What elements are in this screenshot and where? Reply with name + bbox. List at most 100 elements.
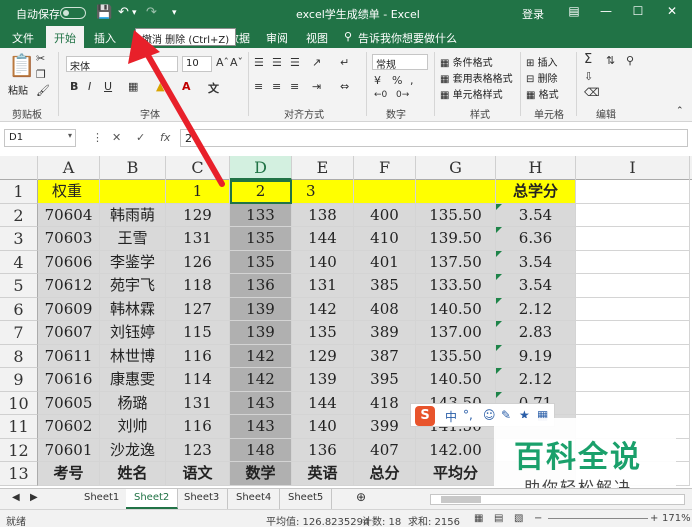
cell-g12[interactable]: 142.00 bbox=[416, 438, 496, 462]
undo-icon[interactable]: ↶ bbox=[118, 4, 129, 22]
conditional-format-button[interactable]: ▦ 条件格式 bbox=[440, 54, 493, 69]
cell-e11[interactable]: 140 bbox=[292, 415, 354, 439]
cell-e7[interactable]: 135 bbox=[292, 321, 354, 345]
cell-b7[interactable]: 刘钰婷 bbox=[100, 321, 166, 345]
cell-a4[interactable]: 70606 bbox=[38, 250, 100, 274]
cell-h6[interactable]: 2.12 bbox=[496, 297, 576, 321]
cell-i3[interactable] bbox=[576, 227, 690, 251]
tab-file[interactable]: 文件 bbox=[12, 30, 34, 46]
close-icon[interactable]: ✕ bbox=[660, 4, 684, 18]
wrap-text-icon[interactable]: ↵ bbox=[340, 56, 349, 69]
cell-a5[interactable]: 70612 bbox=[38, 274, 100, 298]
cell-f6[interactable]: 408 bbox=[354, 297, 416, 321]
cancel-icon[interactable]: ✕ bbox=[112, 131, 121, 144]
sogou-logo-icon[interactable]: S bbox=[415, 406, 435, 426]
font-color-icon[interactable]: A bbox=[182, 80, 191, 93]
autosum-icon[interactable]: Σ bbox=[584, 52, 592, 67]
column-header-e[interactable]: E bbox=[292, 156, 354, 180]
delete-cells-button[interactable]: ⊟ 删除 bbox=[526, 70, 558, 85]
cell-d8[interactable]: 142 bbox=[230, 344, 292, 368]
cell-c12[interactable]: 123 bbox=[166, 438, 230, 462]
cell-e9[interactable]: 139 bbox=[292, 368, 354, 392]
cell-d11[interactable]: 143 bbox=[230, 415, 292, 439]
row-header-12[interactable]: 12 bbox=[0, 438, 38, 462]
autosave-toggle[interactable] bbox=[60, 7, 86, 19]
ribbon-display-icon[interactable]: ▤ bbox=[562, 4, 586, 18]
cell-d2[interactable]: 133 bbox=[230, 203, 292, 227]
customize-toolbar-icon[interactable]: ▾ bbox=[172, 4, 177, 22]
tab-view[interactable]: 视图 bbox=[306, 30, 328, 46]
cell-h7[interactable]: 2.83 bbox=[496, 321, 576, 345]
cell-h2[interactable]: 3.54 bbox=[496, 203, 576, 227]
indent-icon[interactable]: ⇥ bbox=[312, 80, 321, 93]
row-header-5[interactable]: 5 bbox=[0, 274, 38, 298]
cell-c5[interactable]: 118 bbox=[166, 274, 230, 298]
cell-b13[interactable]: 姓名 bbox=[100, 462, 166, 486]
insert-function-icon[interactable]: fx bbox=[160, 131, 170, 144]
cell-b12[interactable]: 沙龙逸 bbox=[100, 438, 166, 462]
enter-icon[interactable]: ✓ bbox=[136, 131, 145, 144]
sheet-tab-4[interactable]: Sheet4 bbox=[228, 489, 281, 509]
cell-i8[interactable] bbox=[576, 344, 690, 368]
cell-b11[interactable]: 刘帅 bbox=[100, 415, 166, 439]
increase-decimal-icon[interactable]: ←0 bbox=[374, 90, 387, 100]
cell-i7[interactable] bbox=[576, 321, 690, 345]
cell-f10[interactable]: 418 bbox=[354, 391, 416, 415]
cell-a6[interactable]: 70609 bbox=[38, 297, 100, 321]
cell-b2[interactable]: 韩雨萌 bbox=[100, 203, 166, 227]
cell-e8[interactable]: 129 bbox=[292, 344, 354, 368]
column-header-a[interactable]: A bbox=[38, 156, 100, 180]
cell-c3[interactable]: 131 bbox=[166, 227, 230, 251]
add-sheet-icon[interactable]: ⊕ bbox=[348, 489, 374, 509]
save-icon[interactable]: 💾 bbox=[96, 4, 112, 22]
bold-icon[interactable]: B bbox=[70, 80, 78, 93]
cell-d5[interactable]: 136 bbox=[230, 274, 292, 298]
italic-icon[interactable]: I bbox=[88, 80, 91, 93]
cell-e6[interactable]: 142 bbox=[292, 297, 354, 321]
scroll-thumb[interactable] bbox=[441, 496, 481, 503]
cell-b4[interactable]: 李鉴学 bbox=[100, 250, 166, 274]
cell-c8[interactable]: 116 bbox=[166, 344, 230, 368]
cell-e10[interactable]: 144 bbox=[292, 391, 354, 415]
cell-f1[interactable] bbox=[354, 180, 416, 204]
cell-b8[interactable]: 林世博 bbox=[100, 344, 166, 368]
column-header-h[interactable]: H bbox=[496, 156, 576, 180]
cell-g3[interactable]: 139.50 bbox=[416, 227, 496, 251]
normal-view-icon[interactable]: ▦ bbox=[474, 513, 483, 524]
tab-home[interactable]: 开始 bbox=[46, 26, 84, 48]
cell-c1[interactable]: 1 bbox=[166, 180, 230, 204]
column-header-b[interactable]: B bbox=[100, 156, 166, 180]
cell-g9[interactable]: 140.50 bbox=[416, 368, 496, 392]
paste-label[interactable]: 粘贴 bbox=[8, 82, 28, 97]
cell-h8[interactable]: 9.19 bbox=[496, 344, 576, 368]
cell-h3[interactable]: 6.36 bbox=[496, 227, 576, 251]
cut-icon[interactable]: ✂ bbox=[36, 52, 45, 65]
cell-f7[interactable]: 389 bbox=[354, 321, 416, 345]
align-center-icon[interactable]: ≡ bbox=[272, 80, 281, 93]
align-left-icon[interactable]: ≡ bbox=[254, 80, 263, 93]
cell-h1[interactable]: 总学分 bbox=[496, 180, 576, 204]
page-break-icon[interactable]: ▧ bbox=[514, 513, 523, 524]
format-as-table-button[interactable]: ▦ 套用表格格式 bbox=[440, 70, 513, 85]
cell-h4[interactable]: 3.54 bbox=[496, 250, 576, 274]
cell-b9[interactable]: 康惠雯 bbox=[100, 368, 166, 392]
cell-g1[interactable] bbox=[416, 180, 496, 204]
cell-g8[interactable]: 135.50 bbox=[416, 344, 496, 368]
cell-a7[interactable]: 70607 bbox=[38, 321, 100, 345]
cell-c11[interactable]: 116 bbox=[166, 415, 230, 439]
cell-e12[interactable]: 136 bbox=[292, 438, 354, 462]
underline-icon[interactable]: U bbox=[104, 80, 112, 93]
cell-a11[interactable]: 70602 bbox=[38, 415, 100, 439]
cell-d13[interactable]: 数学 bbox=[230, 462, 292, 486]
cell-c4[interactable]: 126 bbox=[166, 250, 230, 274]
cell-d1[interactable]: 2 bbox=[230, 180, 292, 204]
cell-f4[interactable]: 401 bbox=[354, 250, 416, 274]
cell-a13[interactable]: 考号 bbox=[38, 462, 100, 486]
cell-i1[interactable] bbox=[576, 180, 690, 204]
sheet-tab-1[interactable]: Sheet1 bbox=[76, 489, 129, 509]
column-header-f[interactable]: F bbox=[354, 156, 416, 180]
row-header-1[interactable]: 1 bbox=[0, 180, 38, 204]
next-sheet-icon[interactable]: ▶ bbox=[22, 489, 46, 509]
cell-a9[interactable]: 70616 bbox=[38, 368, 100, 392]
sheet-tab-3[interactable]: Sheet3 bbox=[176, 489, 229, 509]
